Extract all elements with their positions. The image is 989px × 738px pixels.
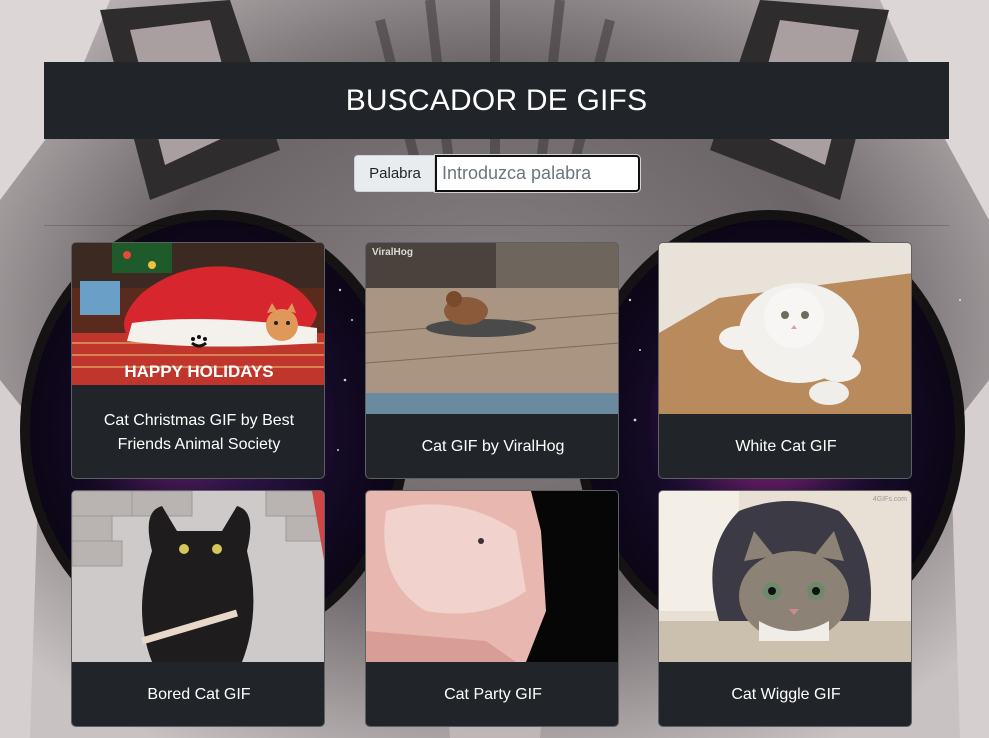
- gif-title: Cat Party GIF: [444, 686, 542, 703]
- gif-title: Cat Christmas GIF by Best Friends Animal…: [103, 411, 295, 453]
- gif-image-viralhog-cat[interactable]: ViralHog: [366, 243, 618, 414]
- gif-title: Cat Wiggle GIF: [731, 686, 841, 703]
- gif-image-christmas-cat[interactable]: HAPPY HOLIDAYS: [72, 243, 324, 385]
- page-header: BUSCADOR DE GIFS: [44, 62, 949, 139]
- gif-card-6[interactable]: 4GIFs.com Cat Wiggle GIF: [658, 490, 912, 727]
- gif-title: Bored Cat GIF: [147, 686, 251, 703]
- gif-image-wiggle-cat[interactable]: 4GIFs.com: [659, 491, 911, 662]
- gif-image-bored-cat[interactable]: [72, 491, 324, 662]
- gif-card-3[interactable]: White Cat GIF: [658, 242, 912, 479]
- gif-title: White Cat GIF: [735, 438, 837, 455]
- gif-image-white-cat[interactable]: [659, 243, 911, 414]
- search-input[interactable]: [434, 154, 641, 193]
- gif-overlay-text: 4GIFs.com: [873, 496, 907, 503]
- gif-image-party-cat[interactable]: [366, 491, 618, 662]
- divider: [44, 225, 949, 226]
- gif-card-5[interactable]: Cat Party GIF: [365, 490, 619, 727]
- search-addon-label: Palabra: [354, 155, 435, 192]
- gif-card-4[interactable]: Bored Cat GIF: [71, 490, 325, 727]
- gif-card-1[interactable]: HAPPY HOLIDAYS Cat Christmas GIF by Best…: [71, 242, 325, 479]
- gif-overlay-text: HAPPY HOLIDAYS: [124, 362, 273, 381]
- page-title: BUSCADOR DE GIFS: [345, 83, 648, 117]
- gif-card-2[interactable]: ViralHog Cat GIF by ViralHog: [365, 242, 619, 479]
- search-group: Palabra: [354, 154, 641, 193]
- gif-overlay-text: ViralHog: [372, 247, 413, 258]
- gif-title: Cat GIF by ViralHog: [421, 438, 565, 455]
